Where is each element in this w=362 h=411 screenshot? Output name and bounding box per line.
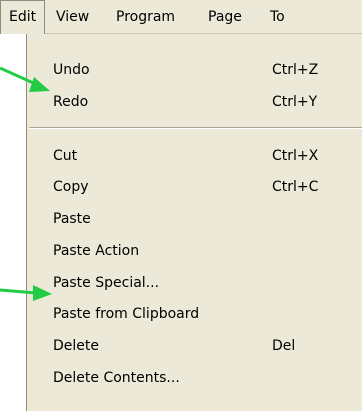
menu-item-copy[interactable]: Copy Ctrl+C xyxy=(27,172,362,203)
menu-item-label: Cut xyxy=(53,148,78,164)
menu-item-paste-special[interactable]: Paste Special... xyxy=(27,268,362,299)
menu-item-label: Copy xyxy=(53,179,89,195)
menu-item-label: Paste from Clipboard xyxy=(53,306,200,322)
menu-bar: Edit View Program Page To xyxy=(0,0,362,34)
menu-edit[interactable]: Edit xyxy=(0,0,46,34)
menu-tools-partial[interactable]: To xyxy=(262,0,293,34)
menu-item-paste-action[interactable]: Paste Action xyxy=(27,236,362,267)
menu-view[interactable]: View xyxy=(48,0,97,34)
menu-page[interactable]: Page xyxy=(200,0,250,34)
menu-item-shortcut: Ctrl+C xyxy=(272,179,319,195)
menu-item-delete-contents[interactable]: Delete Contents... xyxy=(27,363,362,394)
menu-item-shortcut: Ctrl+X xyxy=(272,148,319,164)
menu-item-label: Delete xyxy=(53,338,99,354)
menu-separator xyxy=(29,127,362,129)
menu-item-paste[interactable]: Paste xyxy=(27,204,362,235)
menu-item-redo[interactable]: Redo Ctrl+Y xyxy=(27,87,362,118)
annotation-arrow-icon xyxy=(0,285,52,301)
menu-item-paste-from-clipboard[interactable]: Paste from Clipboard xyxy=(27,299,362,330)
annotation-arrow-icon xyxy=(0,66,50,92)
menu-item-cut[interactable]: Cut Ctrl+X xyxy=(27,141,362,172)
menu-program[interactable]: Program xyxy=(108,0,183,34)
menu-item-label: Paste Action xyxy=(53,243,140,259)
menu-item-label: Delete Contents... xyxy=(53,370,180,386)
menu-item-undo[interactable]: Undo Ctrl+Z xyxy=(27,55,362,86)
menu-item-label: Paste xyxy=(53,211,91,227)
menu-item-shortcut: Ctrl+Y xyxy=(272,94,318,110)
menu-item-shortcut: Del xyxy=(272,338,296,354)
menu-item-label: Paste Special... xyxy=(53,275,160,291)
menu-item-shortcut: Ctrl+Z xyxy=(272,62,319,78)
edit-menu-dropdown: Undo Ctrl+Z Redo Ctrl+Y Cut Ctrl+X Copy … xyxy=(26,34,362,411)
menu-item-delete[interactable]: Delete Del xyxy=(27,331,362,362)
